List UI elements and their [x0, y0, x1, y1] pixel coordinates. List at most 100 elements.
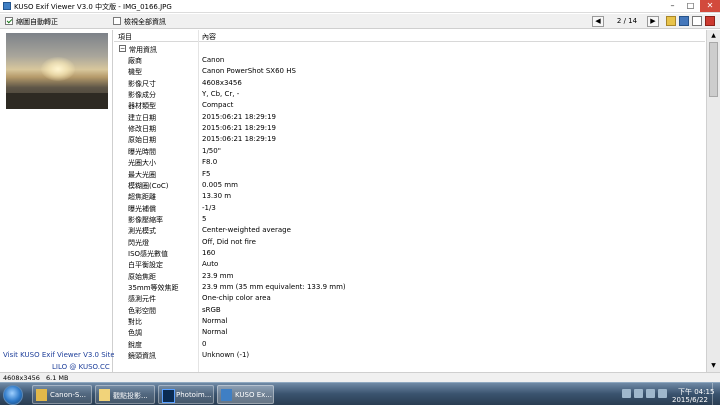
left-panel: Visit KUSO Exif Viewer V3.0 Site LILO @ …	[0, 30, 115, 372]
row-value: Center-weighted average	[202, 226, 291, 235]
table-row[interactable]: 器材類型 Compact	[114, 99, 705, 110]
taskbar-item-canon[interactable]: Canon-S...	[32, 385, 92, 404]
table-row[interactable]: 光圈大小 F8.0	[114, 156, 705, 167]
scroll-down-arrow[interactable]: ▼	[707, 360, 720, 371]
table-row[interactable]: 對比 Normal	[114, 315, 705, 326]
open-folder-icon[interactable]	[666, 16, 676, 26]
volume-icon[interactable]	[658, 389, 667, 398]
save-icon[interactable]	[679, 16, 689, 26]
row-value: Auto	[202, 260, 219, 269]
table-row[interactable]: 廠商 Canon	[114, 54, 705, 65]
row-value: 0	[202, 339, 207, 348]
folder-icon	[36, 389, 47, 401]
flag-icon[interactable]	[646, 389, 655, 398]
row-value: 13.30 m	[202, 192, 232, 201]
table-row[interactable]: ISO感光數值 160	[114, 247, 705, 258]
row-value: Unknown (-1)	[202, 351, 250, 360]
table-row[interactable]: 曝光時間 1/50"	[114, 145, 705, 156]
row-value: F5	[202, 169, 211, 178]
row-value: 5	[202, 214, 207, 223]
row-value: sRGB	[202, 305, 221, 314]
row-value: Off, Did not fire	[202, 237, 256, 246]
site-link[interactable]: Visit KUSO Exif Viewer V3.0 Site	[3, 351, 115, 359]
row-value: 0.005 mm	[202, 180, 238, 189]
table-row[interactable]: 影像成分 Y, Cb, Cr, -	[114, 88, 705, 99]
table-row[interactable]: 感測元件 One-chip color area	[114, 292, 705, 303]
table-row[interactable]: 修改日期 2015:06:21 18:29:19	[114, 122, 705, 133]
taskbar-item-label: Photoim...	[176, 391, 212, 399]
title-bar: KUSO Exif Viewer V3.0 中文版 - IMG_0166.JPG…	[0, 0, 720, 13]
show-desktop-button[interactable]	[712, 383, 720, 405]
vertical-scrollbar[interactable]: ▲ ▼	[706, 30, 720, 372]
scroll-up-arrow[interactable]: ▲	[707, 30, 720, 41]
table-row[interactable]: 原始焦距 23.9 mm	[114, 270, 705, 281]
viewer-icon	[99, 389, 110, 401]
show-all-checkbox[interactable]	[113, 17, 121, 25]
table-row[interactable]: 銳度 0	[114, 338, 705, 349]
auto-rotate-label[interactable]: 縮圖自動轉正	[16, 17, 58, 27]
window-title: KUSO Exif Viewer V3.0 中文版 - IMG_0166.JPG	[14, 3, 172, 11]
group-row[interactable]: − 常用資訊	[114, 43, 705, 54]
auto-rotate-checkbox[interactable]	[5, 17, 13, 25]
table-row[interactable]: 超焦距離 13.30 m	[114, 190, 705, 201]
app-icon	[3, 2, 11, 10]
row-value: Canon PowerShot SX60 HS	[202, 67, 296, 76]
network-icon[interactable]	[634, 389, 643, 398]
table-row[interactable]: 最大光圈 F5	[114, 168, 705, 179]
taskbar-item-label: Canon-S...	[50, 391, 86, 399]
taskbar-item-photoshop[interactable]: Photoim...	[158, 385, 214, 404]
previous-image-button[interactable]: ◀	[592, 16, 604, 27]
table-body: 廠商 Canon 機型 Canon PowerShot SX60 HS 影像尺寸 4608…	[114, 54, 705, 372]
taskbar-item-label: 觀點投影...	[113, 392, 148, 400]
column-header-content[interactable]: 內容	[202, 32, 216, 42]
start-button[interactable]	[3, 385, 23, 405]
maximize-button[interactable]: □	[682, 0, 699, 12]
taskbar-item-label: KUSO Ex...	[235, 391, 272, 399]
status-resolution: 4608x3456	[3, 374, 40, 382]
page-counter: 2 / 14	[616, 17, 638, 25]
row-value: Compact	[202, 101, 234, 110]
table-row[interactable]: 影像壓縮率 5	[114, 213, 705, 224]
minimize-button[interactable]: –	[664, 0, 681, 12]
table-row[interactable]: 閃光燈 Off, Did not fire	[114, 236, 705, 247]
row-value: F8.0	[202, 158, 218, 167]
document-icon[interactable]	[692, 16, 702, 26]
row-value: Normal	[202, 317, 228, 326]
row-value: 2015:06:21 18:29:19	[202, 135, 277, 144]
row-value: Y, Cb, Cr, -	[202, 90, 240, 99]
credit-link[interactable]: LILO @ KUSO.CC	[52, 363, 110, 371]
table-row[interactable]: 鏡頭資訊 Unknown (-1)	[114, 349, 705, 360]
column-header-item[interactable]: 項目	[118, 32, 132, 42]
row-value: 160	[202, 248, 216, 257]
table-row[interactable]: 曝光補償 -1/3	[114, 202, 705, 213]
table-row[interactable]: 建立日期 2015:06:21 18:29:19	[114, 111, 705, 122]
row-value: 2015:06:21 18:29:19	[202, 112, 277, 121]
tray-arrow-icon[interactable]	[622, 389, 631, 398]
toolbar: 縮圖自動轉正 檢視全部資訊 ◀ 2 / 14 ▶	[0, 14, 720, 29]
table-row[interactable]: 機型 Canon PowerShot SX60 HS	[114, 65, 705, 76]
table-row[interactable]: 35mm等效焦距 23.9 mm (35 mm equivalent: 133.9…	[114, 281, 705, 292]
next-image-button[interactable]: ▶	[647, 16, 659, 27]
close-button[interactable]: ✕	[700, 0, 720, 12]
taskbar: Canon-S... 觀點投影... Photoim... KUSO Ex...…	[0, 382, 720, 405]
table-row[interactable]: 色彩空間 sRGB	[114, 304, 705, 315]
show-all-label[interactable]: 檢視全部資訊	[124, 17, 166, 27]
row-label: 鏡頭資訊	[128, 352, 156, 361]
row-value: 4608x3456	[202, 78, 242, 87]
scroll-thumb[interactable]	[709, 42, 718, 97]
collapse-icon[interactable]: −	[119, 45, 126, 52]
table-row[interactable]: 原始日期 2015:06:21 18:29:19	[114, 133, 705, 144]
table-row[interactable]: 測光模式 Center-weighted average	[114, 224, 705, 235]
clock-date[interactable]: 2015/6/22	[672, 396, 708, 404]
image-thumbnail[interactable]	[6, 33, 108, 109]
taskbar-item-viewer[interactable]: 觀點投影...	[95, 385, 155, 404]
table-row[interactable]: 模糊圈(CoC) 0.005 mm	[114, 179, 705, 190]
table-row[interactable]: 影像尺寸 4608x3456	[114, 77, 705, 88]
table-row[interactable]: 色調 Normal	[114, 326, 705, 337]
table-row[interactable]: 白平衡設定 Auto	[114, 258, 705, 269]
row-value: 23.9 mm	[202, 271, 234, 280]
row-value: 23.9 mm (35 mm equivalent: 133.9 mm)	[202, 283, 346, 291]
taskbar-item-kuso-exif[interactable]: KUSO Ex...	[217, 385, 274, 404]
status-bar: 4608x3456 6.1 MB	[0, 372, 720, 382]
exit-icon[interactable]	[705, 16, 715, 26]
